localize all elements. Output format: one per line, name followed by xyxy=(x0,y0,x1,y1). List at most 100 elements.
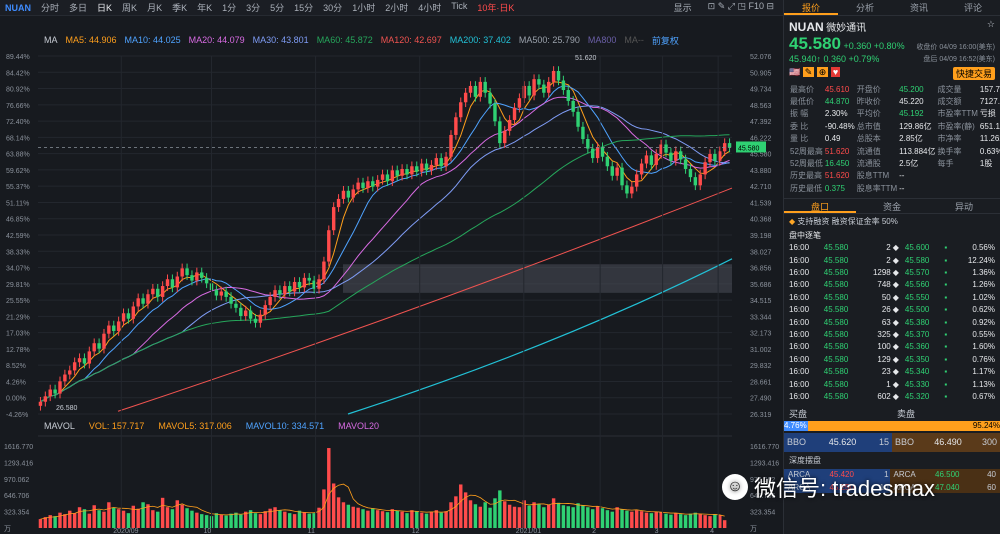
star-icon[interactable]: ☆ xyxy=(987,19,995,34)
legend-mode[interactable]: MAVOL xyxy=(44,421,75,431)
volume-bar xyxy=(356,507,360,528)
pct-tick-label: 29.81% xyxy=(6,282,30,289)
interval-tab[interactable]: 10年·日K xyxy=(472,1,519,14)
depth-tab[interactable]: 资金 xyxy=(856,199,928,213)
volume-bar xyxy=(395,510,399,528)
price-tick-label: 52.076 xyxy=(750,54,772,61)
candle-body xyxy=(258,314,263,323)
candle-body xyxy=(634,174,639,187)
legend-mode[interactable]: MA xyxy=(44,35,58,45)
volume-bar xyxy=(610,511,614,528)
interval-tab[interactable]: 分时 xyxy=(36,1,64,14)
high-label: 51.620 xyxy=(575,55,597,62)
interval-tab[interactable]: 多日 xyxy=(64,1,92,14)
interval-tab[interactable]: 2小时 xyxy=(380,1,413,14)
interval-tab[interactable]: 日K xyxy=(92,1,117,14)
candle-body xyxy=(415,166,419,172)
interval-tabs: 分时 多日 日K 周K 月K 季K 年K 1分 3分 5分 15分 30分 1小时 2小时 4小时 Tick 1… xyxy=(36,1,519,14)
interval-tab[interactable]: 1小时 xyxy=(347,1,380,14)
vol-legend: MAVOL VOL: 157.717 MAVOL5: 317.006 MAVOL10:… xyxy=(44,421,379,431)
volume-bar xyxy=(190,510,194,528)
interval-tab[interactable]: 年K xyxy=(192,1,217,14)
depth-tab[interactable]: 盘口 xyxy=(784,199,856,213)
candle-body xyxy=(97,343,101,349)
candle-body xyxy=(204,277,209,284)
interval-tab[interactable]: 30分 xyxy=(318,1,347,14)
quote-tab[interactable]: 报价 xyxy=(784,0,838,15)
interval-tab[interactable]: 季K xyxy=(167,1,192,14)
interval-tab[interactable]: 1分 xyxy=(217,1,241,14)
pct-tick-label: 51.11% xyxy=(6,200,29,207)
volume-bar xyxy=(234,512,238,528)
interval-tab[interactable]: 5分 xyxy=(265,1,289,14)
last-price: 45.580 xyxy=(789,34,841,53)
quote-tab[interactable]: 评论 xyxy=(946,0,1000,15)
volume-bar xyxy=(307,513,311,528)
price-tick-label: 29.832 xyxy=(750,363,772,370)
interval-tab[interactable]: 3分 xyxy=(241,1,265,14)
candle-body xyxy=(234,303,238,308)
price-chart[interactable]: 52.07689.44%50.90584.42%49.73480.92%48.5… xyxy=(0,16,783,534)
candle-body xyxy=(429,164,434,171)
wechat-icon: ☺ xyxy=(722,474,748,500)
candle-body xyxy=(610,166,614,176)
volume-bar xyxy=(195,512,199,528)
volume-bar xyxy=(586,507,590,528)
candle-body xyxy=(654,154,658,165)
depth-tabs: 盘口 资金 异动 xyxy=(784,197,1000,214)
quick-trade-button[interactable]: 快捷交易 xyxy=(952,67,995,80)
trade-row: 16:00 45.580 50 ◆ 45.550 ▪ 1.02% xyxy=(789,292,995,302)
volume-bar xyxy=(698,514,702,528)
candle-body xyxy=(517,98,522,108)
volume-bar xyxy=(38,519,43,528)
symbol-label[interactable]: NUAN xyxy=(0,3,36,13)
adjust-button[interactable]: 前复权 xyxy=(652,34,679,47)
candle-body xyxy=(498,121,502,144)
volume-bar xyxy=(141,502,145,528)
volume-bar xyxy=(102,511,106,528)
candle-body xyxy=(283,286,287,295)
quote-tab[interactable]: 分析 xyxy=(838,0,892,15)
candle-body xyxy=(390,170,395,182)
volume-bar xyxy=(503,501,507,528)
interval-tab[interactable]: Tick xyxy=(446,1,472,14)
candle-body xyxy=(483,81,487,93)
candle-body xyxy=(630,186,634,194)
volume-bar xyxy=(459,484,463,528)
vol-tick-label-left: 万 xyxy=(4,525,11,533)
candle-body xyxy=(72,362,77,371)
volume-bar xyxy=(488,507,492,528)
highlight-zone xyxy=(343,264,732,293)
interval-tab[interactable]: 4小时 xyxy=(413,1,446,14)
candle-body xyxy=(532,79,536,96)
pct-tick-label: 84.42% xyxy=(6,70,30,77)
x-tick-label: 2020/09 xyxy=(113,528,138,534)
trade-row: 16:00 45.580 602 ◆ 45.320 ▪ 0.67% xyxy=(789,391,995,401)
quote-tab[interactable]: 资讯 xyxy=(892,0,946,15)
toolbar-icons[interactable]: ⊡ ✎ ⤢ ◳ F10 ⊟ xyxy=(703,1,779,14)
candle-body xyxy=(268,296,272,306)
candle-body xyxy=(625,185,629,194)
candle-body xyxy=(307,277,311,281)
volume-bar xyxy=(327,448,331,528)
volume-bar xyxy=(512,506,517,528)
pct-tick-label: 38.33% xyxy=(6,249,30,256)
candle-body xyxy=(703,162,707,175)
stat-row: 最高价45.610开盘价45.200成交量157.72万 xyxy=(790,84,1000,94)
last-price-tag-label: 45.580 xyxy=(738,145,760,152)
interval-tab[interactable]: 15分 xyxy=(289,1,318,14)
interval-tab[interactable]: 周K xyxy=(117,1,142,14)
volume-bar xyxy=(419,512,424,528)
candle-body xyxy=(82,358,87,364)
volume-bar xyxy=(664,513,668,528)
trade-row: 16:00 45.580 1 ◆ 45.330 ▪ 1.13% xyxy=(789,379,995,389)
depth-tab[interactable]: 异动 xyxy=(928,199,1000,213)
volume-bar xyxy=(92,505,96,528)
candle-body xyxy=(400,168,404,176)
after-time: 盘后 04/09 16:52(美东) xyxy=(923,56,995,63)
candle-body xyxy=(371,181,375,187)
interval-tab[interactable]: 月K xyxy=(142,1,167,14)
legend-item: MA-- xyxy=(624,35,644,45)
candle-body xyxy=(503,130,507,144)
display-menu[interactable]: 显示 xyxy=(669,1,697,14)
